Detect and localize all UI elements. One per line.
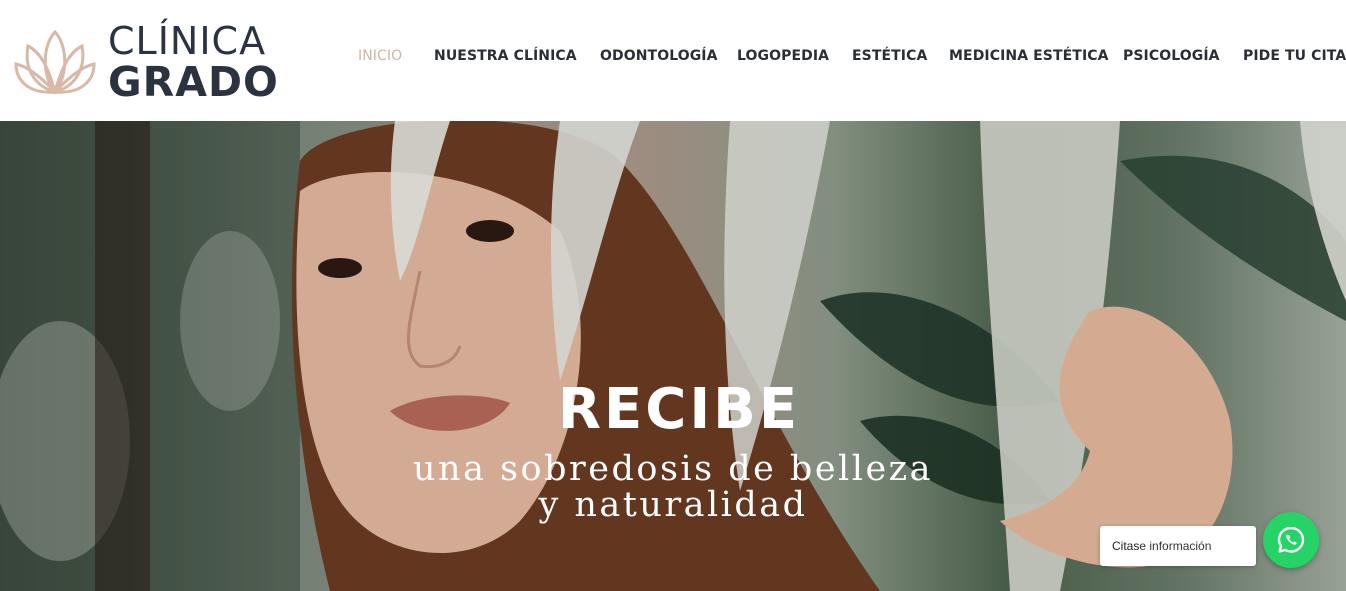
- chat-prompt-box[interactable]: Citas e información: [1100, 526, 1256, 566]
- nav-item-psicologia[interactable]: PSICOLOGÍA: [1123, 48, 1220, 64]
- nav-item-inicio[interactable]: INICIO: [358, 48, 402, 64]
- chat-prompt-text: e información: [1139, 539, 1212, 553]
- nav-item-odontologia[interactable]: ODONTOLOGÍA: [600, 48, 718, 64]
- hero-title: RECIBE: [557, 377, 801, 442]
- chat-prompt-bold: Citas: [1112, 539, 1140, 553]
- nav-item-medicina-estetica[interactable]: MEDICINA ESTÉTICA: [949, 48, 1109, 64]
- nav-item-estetica[interactable]: ESTÉTICA: [852, 48, 927, 64]
- hero-banner: RECIBE una sobredosis de belleza y natur…: [0, 121, 1346, 591]
- hero-subtitle: una sobredosis de belleza y naturalidad: [413, 449, 933, 525]
- main-nav: INICIO NUESTRA CLÍNICA ODONTOLOGÍA LOGOP…: [0, 48, 1346, 70]
- site-header: CLÍNICA GRADO INICIO NUESTRA CLÍNICA ODO…: [0, 0, 1346, 121]
- nav-item-pide-tu-cita[interactable]: PIDE TU CITA: [1243, 48, 1346, 64]
- whatsapp-icon: [1277, 526, 1305, 553]
- whatsapp-button[interactable]: [1263, 512, 1319, 568]
- nav-item-logopedia[interactable]: LOGOPEDIA: [737, 48, 829, 64]
- nav-item-nuestra-clinica[interactable]: NUESTRA CLÍNICA: [434, 48, 577, 64]
